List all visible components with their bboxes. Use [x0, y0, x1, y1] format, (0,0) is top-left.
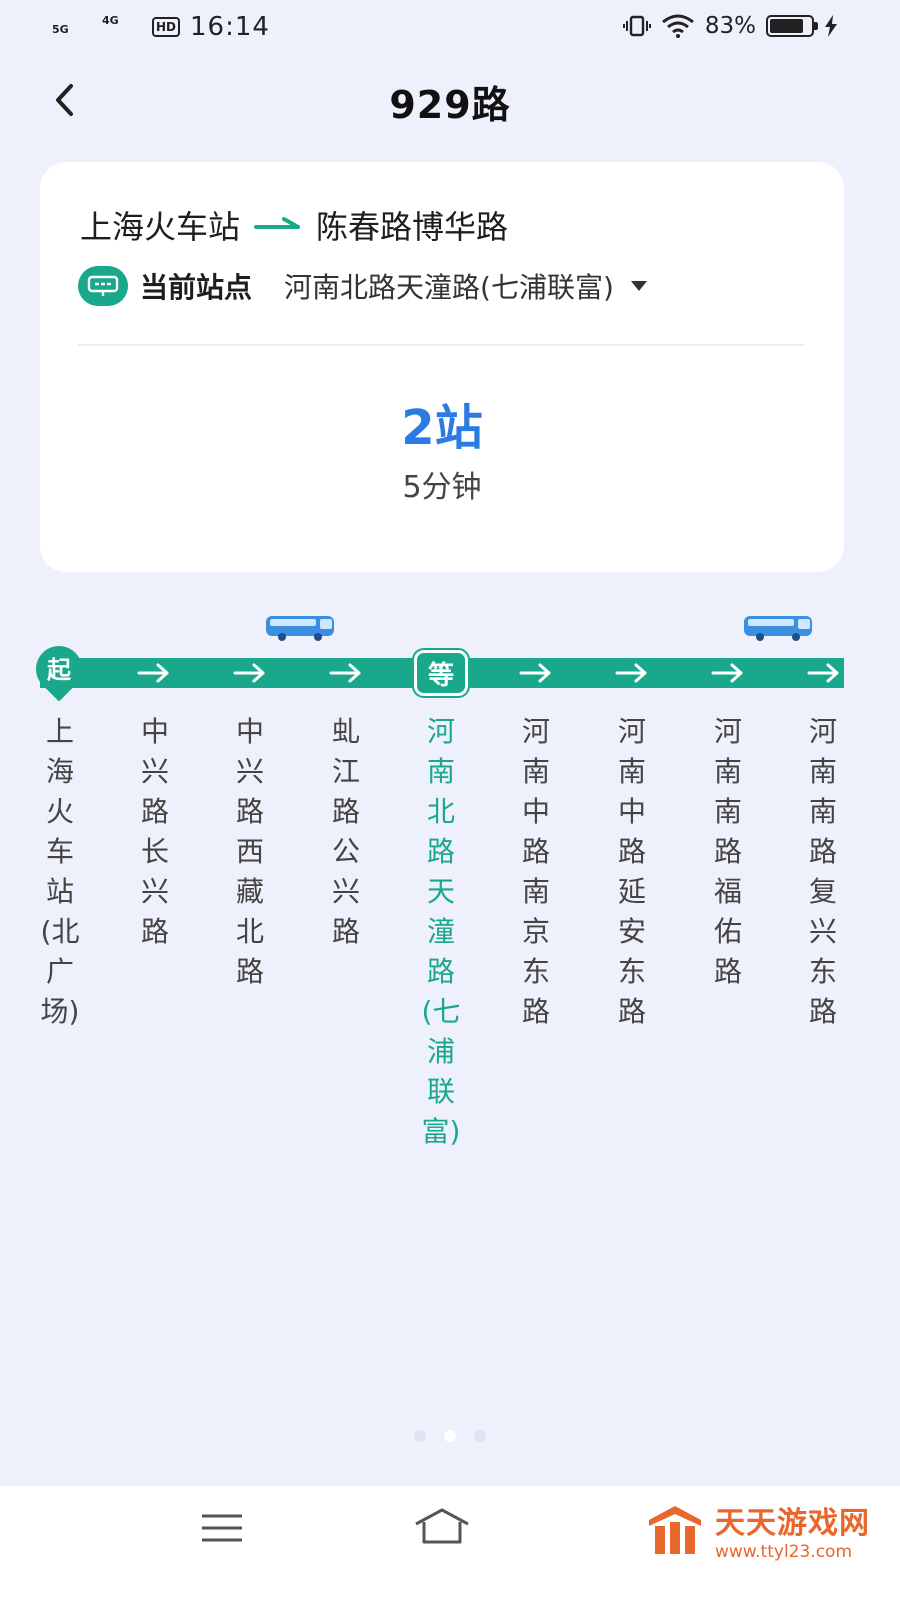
start-marker: 起 — [26, 636, 92, 702]
station-7[interactable]: 河南南路福佑路 — [708, 712, 748, 992]
station-4[interactable]: 河南北路天潼路(七浦联富) — [421, 712, 461, 1152]
current-stop-label: 当前站点 — [140, 271, 253, 304]
start-marker-label: 起 — [47, 656, 71, 684]
direction-arrow-icon — [615, 663, 647, 683]
battery-icon — [766, 15, 818, 37]
route-direction: 上海火车站 陈春路博华路 — [80, 202, 508, 248]
watermark-title: 天天游戏网 — [715, 1506, 870, 1541]
wifi-icon — [661, 14, 694, 38]
station-6[interactable]: 河南中路延安东路 — [612, 712, 652, 1032]
direction-arrow-icon — [137, 663, 169, 683]
page-title: 929路 — [389, 83, 511, 127]
station-2[interactable]: 中兴路西藏北路 — [230, 712, 270, 992]
signal-5g-icon: 5G — [52, 14, 96, 40]
direction-arrow-icon — [233, 663, 265, 683]
station-1[interactable]: 中兴路长兴路 — [135, 712, 175, 952]
bus-icon — [744, 616, 812, 641]
eta-minutes: 5分钟 — [402, 470, 482, 505]
status-left: 5G 4G HD 16:14 — [52, 12, 270, 42]
watermark: 天天游戏网 www.ttyl23.com — [645, 1498, 870, 1562]
page-dot-active — [444, 1430, 456, 1442]
battery-percent: 83% — [704, 13, 756, 39]
station-8[interactable]: 河南南路复兴东路 — [803, 712, 843, 1032]
home-icon[interactable] — [412, 1506, 472, 1546]
route-arrow-icon — [254, 217, 301, 229]
current-stop-row[interactable]: 当前站点 河南北路天潼路(七浦联富) — [78, 266, 808, 306]
wait-marker: 等 — [414, 650, 468, 696]
stops-remaining: 2站 — [401, 400, 483, 456]
page-dot — [474, 1430, 486, 1442]
direction-arrow-icon — [329, 663, 361, 683]
watermark-logo-icon — [649, 1506, 701, 1554]
card-divider — [78, 344, 804, 346]
hd-icon: HD — [152, 17, 181, 37]
vibrate-icon — [622, 15, 651, 37]
current-stop-value[interactable]: 河南北路天潼路(七浦联富) — [284, 266, 614, 306]
direction-arrow-icon — [519, 663, 551, 683]
station-0[interactable]: 上海火车站(北广场) — [40, 712, 80, 1032]
charging-icon — [825, 15, 837, 37]
battery-fill — [770, 19, 804, 33]
menu-icon[interactable] — [200, 1510, 244, 1546]
station-5[interactable]: 河南中路南京东路 — [516, 712, 556, 1032]
station-3[interactable]: 虬江路公兴路 — [326, 712, 366, 952]
page-indicator — [0, 1430, 900, 1442]
bus-icon — [266, 616, 334, 641]
direction-arrow-icon — [807, 663, 839, 683]
bus-stop-icon — [78, 266, 128, 306]
watermark-url: www.ttyl23.com — [715, 1542, 853, 1562]
status-time: 16:14 — [190, 12, 270, 42]
route-to: 陈春路博华路 — [316, 208, 509, 246]
signal-4g-icon: 4G — [102, 14, 146, 40]
direction-arrow-icon — [711, 663, 743, 683]
route-info-card: 上海火车站 陈春路博华路 当前站点 河南北路天潼路(七浦联富) 2站 5分钟 — [40, 162, 844, 572]
status-bar: 5G 4G HD 16:14 83% — [0, 0, 900, 56]
status-right: 83% — [622, 13, 838, 39]
dropdown-icon[interactable] — [628, 275, 650, 297]
route-from: 上海火车站 — [80, 208, 241, 246]
page-dot — [414, 1430, 426, 1442]
